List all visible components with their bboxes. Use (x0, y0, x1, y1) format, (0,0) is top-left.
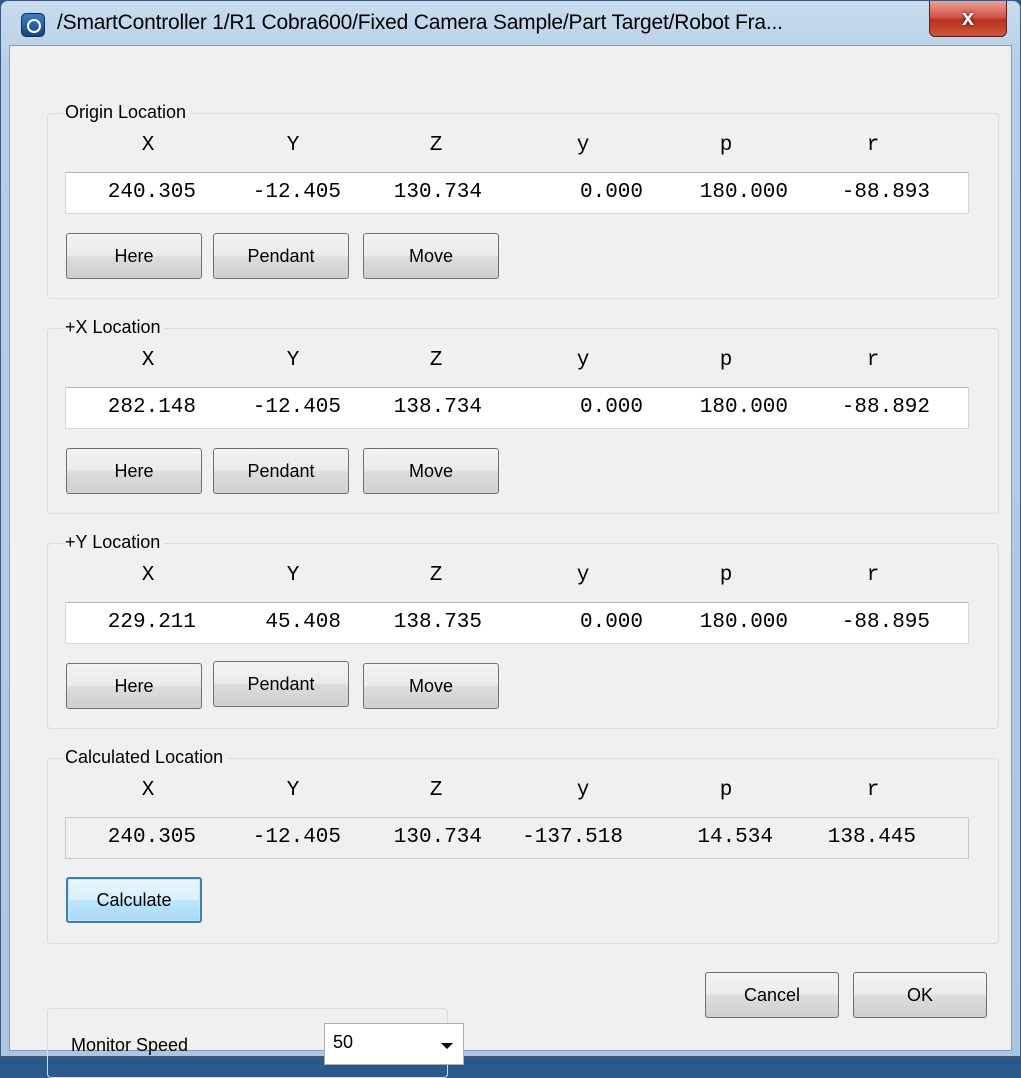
title-bar[interactable]: /SmartController 1/R1 Cobra600/Fixed Cam… (1, 1, 1020, 45)
cancel-button[interactable]: Cancel (705, 972, 839, 1018)
column-header-y: Y (286, 134, 300, 157)
column-header-pitch: p (719, 134, 733, 157)
value-pitch[interactable]: 180.000 (658, 388, 788, 428)
column-header-z: Z (429, 349, 443, 372)
origin-location-group: Origin Location X Y Z y p r 240.305 -12.… (47, 102, 999, 299)
column-header-pitch: p (719, 349, 733, 372)
column-header-y: Y (286, 349, 300, 372)
value-pitch[interactable]: 180.000 (658, 603, 788, 643)
close-icon[interactable]: x (929, 1, 1007, 37)
calculated-value-row: 240.305 -12.405 130.734 -137.518 14.534 … (65, 817, 969, 859)
value-roll[interactable]: -88.892 (800, 388, 930, 428)
column-header-x: X (141, 134, 155, 157)
value-roll[interactable]: -88.893 (800, 173, 930, 213)
value-x[interactable]: 282.148 (66, 388, 196, 428)
column-header-yaw: y (576, 564, 590, 587)
location-value-row[interactable]: 282.148 -12.405 138.734 0.000 180.000 -8… (65, 387, 969, 429)
pendant-button[interactable]: Pendant (213, 233, 349, 279)
monitor-speed-group: Monitor Speed 50 (47, 1008, 464, 1078)
plus-y-location-group: +Y Location X Y Z y p r 229.211 45.408 1… (47, 532, 999, 729)
column-header-z: Z (429, 564, 443, 587)
ok-button[interactable]: OK (853, 972, 987, 1018)
value-x[interactable]: 240.305 (66, 173, 196, 213)
column-header-y: Y (286, 564, 300, 587)
move-button[interactable]: Move (363, 663, 499, 709)
column-header-pitch: p (719, 564, 733, 587)
pendant-button[interactable]: Pendant (213, 448, 349, 494)
column-header-x: X (141, 564, 155, 587)
window-title: /SmartController 1/R1 Cobra600/Fixed Cam… (57, 11, 783, 34)
value-yaw[interactable]: 0.000 (513, 603, 643, 643)
pendant-button[interactable]: Pendant (213, 661, 349, 707)
value-pitch: 14.534 (697, 826, 773, 849)
monitor-speed-label: Monitor Speed (71, 1035, 189, 1055)
calculated-location-group: Calculated Location X Y Z y p r 240.305 … (47, 747, 999, 944)
column-header-roll: r (866, 134, 880, 157)
monitor-speed-select[interactable]: 50 (324, 1023, 464, 1065)
value-z[interactable]: 130.734 (352, 173, 482, 213)
monitor-speed-value: 50 (333, 1032, 354, 1052)
value-yaw: -137.518 (522, 826, 623, 849)
column-header-z: Z (429, 779, 443, 802)
dialog-window: /SmartController 1/R1 Cobra600/Fixed Cam… (0, 0, 1021, 1078)
value-y[interactable]: -12.405 (211, 173, 341, 213)
value-yaw[interactable]: 0.000 (513, 173, 643, 213)
location-value-row[interactable]: 229.211 45.408 138.735 0.000 180.000 -88… (65, 602, 969, 644)
dialog-client-area: Origin Location X Y Z y p r 240.305 -12.… (9, 45, 1012, 1078)
calculate-button[interactable]: Calculate (66, 877, 202, 923)
value-x[interactable]: 229.211 (66, 603, 196, 643)
column-header-yaw: y (576, 349, 590, 372)
value-z[interactable]: 138.735 (352, 603, 482, 643)
value-roll: 138.445 (827, 826, 916, 849)
value-y[interactable]: -12.405 (211, 388, 341, 428)
group-label: Calculated Location (65, 747, 228, 768)
column-header-yaw: y (576, 134, 590, 157)
column-header-roll: r (866, 564, 880, 587)
column-header-z: Z (429, 134, 443, 157)
group-label: Origin Location (65, 102, 191, 123)
column-header-y: Y (286, 779, 300, 802)
application-icon (21, 13, 45, 37)
plus-x-location-group: +X Location X Y Z y p r 282.148 -12.405 … (47, 317, 999, 514)
column-header-roll: r (866, 349, 880, 372)
move-button[interactable]: Move (363, 233, 499, 279)
here-button[interactable]: Here (66, 448, 202, 494)
move-button[interactable]: Move (363, 448, 499, 494)
location-value-row[interactable]: 240.305 -12.405 130.734 0.000 180.000 -8… (65, 172, 969, 214)
chevron-down-icon[interactable] (441, 1043, 453, 1049)
value-x: 240.305 (107, 826, 196, 849)
group-label: +X Location (65, 317, 165, 338)
value-z[interactable]: 138.734 (352, 388, 482, 428)
column-header-x: X (141, 349, 155, 372)
value-y: -12.405 (252, 826, 341, 849)
here-button[interactable]: Here (66, 663, 202, 709)
value-z: 130.734 (393, 826, 482, 849)
value-roll[interactable]: -88.895 (800, 603, 930, 643)
value-y[interactable]: 45.408 (211, 603, 341, 643)
here-button[interactable]: Here (66, 233, 202, 279)
column-header-x: X (141, 779, 155, 802)
column-header-pitch: p (719, 779, 733, 802)
value-pitch[interactable]: 180.000 (658, 173, 788, 213)
value-yaw[interactable]: 0.000 (513, 388, 643, 428)
group-label: +Y Location (65, 532, 165, 553)
column-header-roll: r (866, 779, 880, 802)
column-header-yaw: y (576, 779, 590, 802)
